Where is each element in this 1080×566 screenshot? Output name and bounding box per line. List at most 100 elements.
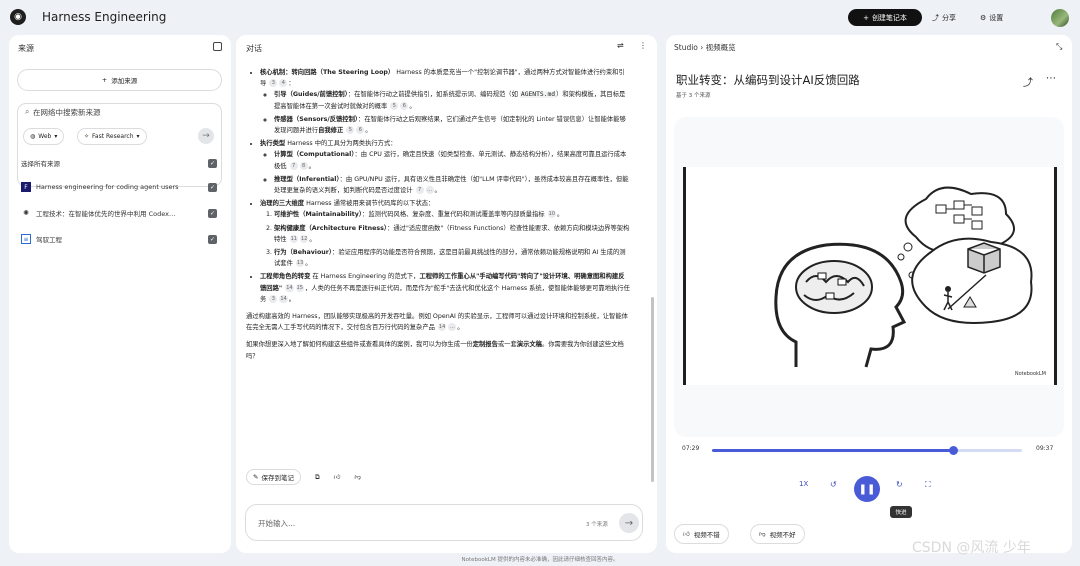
- tooltip: 快进: [890, 506, 912, 518]
- collapse-panel-icon[interactable]: [213, 42, 222, 51]
- bullet-heading: 治理的三大维度: [260, 200, 305, 208]
- list-item: 行为（Behaviour）：验证应用程序的功能是否符合预期，这是目前最具挑战性的…: [274, 247, 630, 269]
- fast-forward-icon[interactable]: ↻: [896, 480, 903, 489]
- bullet-heading: 执行类型: [260, 140, 286, 148]
- video-frame-image: NotebookLM: [683, 167, 1057, 385]
- source-item[interactable]: F Harness engineering for coding agent u…: [21, 180, 217, 194]
- copy-icon[interactable]: ⧉: [315, 473, 320, 482]
- seek-bar-progress: [712, 449, 954, 452]
- paragraph-text: 如果你想更深入地了解如何构建这些组件或查看具体的案例，我可以为你生成一份: [246, 341, 473, 349]
- citation[interactable]: 8: [299, 161, 308, 170]
- seek-bar[interactable]: [712, 446, 1022, 455]
- citation[interactable]: 3: [269, 79, 278, 88]
- search-input[interactable]: 在网络中搜索新来源: [33, 107, 101, 118]
- response-actions: ✎ 保存到笔记 ⧉ 👍︎ 👎︎: [246, 469, 361, 485]
- more-horiz-icon[interactable]: ⋯: [1046, 73, 1056, 84]
- chat-input[interactable]: 开始输入...: [258, 518, 295, 529]
- source-checkbox[interactable]: ✓: [208, 182, 217, 192]
- bad-video-label: 视频不好: [769, 531, 796, 539]
- share-label: 分享: [942, 13, 956, 22]
- source-item-label: 工程技术：在智能体优先的世界中利用 Codex…: [36, 210, 176, 218]
- citation[interactable]: 12: [299, 234, 309, 243]
- tune-icon[interactable]: ⇌: [617, 41, 624, 50]
- bullet-bold: 自我修正: [318, 127, 344, 135]
- list-item: 计算型（Computational）：由 CPU 运行，确定且快速（如类型检查、…: [274, 149, 630, 171]
- source-item[interactable]: ✺ 工程技术：在智能体优先的世界中利用 Codex… ✓: [21, 206, 217, 220]
- notebooklm-logo-icon[interactable]: ◉: [10, 9, 26, 25]
- bullet-text: ，人类的任务不再是逐行纠正代码，而是作为"舵手"去迭代和优化这个 Harness…: [260, 284, 630, 303]
- settings-button[interactable]: ⚙ 设置: [980, 10, 1003, 25]
- more-vert-icon[interactable]: ⋮: [639, 41, 647, 50]
- list-item: 可维护性（Maintainability）：监测代码风格、复杂度、重复代码和测试…: [274, 209, 630, 220]
- bullet-heading: 计算型（Computational）: [274, 151, 355, 159]
- source-item[interactable]: ≡ 驾驭工程 ✓: [21, 232, 217, 246]
- fullscreen-icon[interactable]: ⛶: [925, 480, 931, 490]
- citation[interactable]: 14: [437, 323, 447, 332]
- list-item: 架构健康度（Architecture Fitness）：通过"适应度函数"（Fi…: [274, 223, 630, 245]
- paragraph: 如果你想更深入地了解如何构建这些组件或查看具体的案例，我可以为你生成一份定制报告…: [246, 339, 630, 361]
- video-player[interactable]: NotebookLM: [674, 117, 1064, 437]
- avatar[interactable]: [1051, 9, 1069, 27]
- good-video-button[interactable]: 👍︎ 视频不错: [674, 524, 729, 544]
- save-to-note-button[interactable]: ✎ 保存到笔记: [246, 469, 301, 485]
- web-chip[interactable]: ◍ Web ▾: [23, 128, 65, 145]
- citation[interactable]: 15: [295, 283, 304, 292]
- breadcrumb-root[interactable]: Studio: [674, 43, 698, 52]
- pin-icon: ✎: [253, 473, 259, 481]
- pause-button[interactable]: ❚❚: [854, 476, 880, 502]
- thumbs-down-icon: 👎︎: [759, 530, 766, 538]
- bad-video-button[interactable]: 👎︎ 视频不好: [750, 524, 805, 544]
- app-title[interactable]: Harness Engineering: [42, 10, 166, 24]
- paragraph: 通过构建高效的 Harness，团队能够实现极高的开发吞吐量。例如 OpenAI…: [246, 313, 628, 332]
- chevron-down-icon: ▾: [136, 133, 140, 140]
- citation[interactable]: 14: [285, 283, 294, 292]
- openai-icon: ✺: [23, 209, 29, 217]
- share-button[interactable]: ⤴ 分享: [932, 10, 956, 25]
- gear-icon: ⚙: [980, 13, 987, 22]
- thumbs-up-icon[interactable]: 👍︎: [334, 473, 341, 481]
- chat-scrollbar[interactable]: [651, 297, 654, 482]
- seek-handle[interactable]: [949, 446, 959, 455]
- citation[interactable]: 11: [289, 234, 298, 243]
- video-title: 职业转变：从编码到设计AI反馈回路: [676, 73, 860, 87]
- chat-input-box[interactable]: 开始输入... 3 个来源 →: [245, 504, 643, 541]
- citation[interactable]: …: [425, 186, 434, 195]
- search-submit-button[interactable]: →: [198, 128, 214, 144]
- source-item-label: Harness engineering for coding agent use…: [36, 183, 179, 191]
- playback-speed-button[interactable]: 1X: [799, 480, 808, 488]
- source-checkbox[interactable]: ✓: [208, 208, 217, 218]
- citation[interactable]: 6: [400, 101, 409, 110]
- bullet-heading: 核心机制：转向回路（The Steering Loop）: [260, 69, 395, 76]
- thumbs-down-icon[interactable]: 👎︎: [354, 473, 361, 481]
- research-mode-chip[interactable]: ✧ Fast Research ▾: [77, 128, 147, 145]
- create-notebook-button[interactable]: + 创建笔记本: [848, 9, 922, 26]
- citation[interactable]: 7: [415, 186, 424, 195]
- paragraph-bold: 定制报告: [472, 341, 498, 349]
- share-icon[interactable]: ⤴: [1023, 74, 1033, 89]
- citation[interactable]: 6: [356, 126, 365, 135]
- citation[interactable]: 5: [346, 126, 355, 135]
- citation[interactable]: 14: [279, 294, 288, 303]
- studio-panel: Studio › 视频概览 ⤡ 职业转变：从编码到设计AI反馈回路 基于 3 个…: [666, 35, 1072, 553]
- create-notebook-label: 创建笔记本: [871, 13, 907, 22]
- rewind-icon[interactable]: ↺: [830, 480, 837, 489]
- citation[interactable]: 5: [390, 101, 399, 110]
- bullet-text: ：在智能体行动之前提供指引，如系统提示词、编码规范（如: [347, 91, 518, 99]
- citation[interactable]: 7: [289, 161, 298, 170]
- citation[interactable]: …: [448, 323, 457, 332]
- collapse-icon[interactable]: ⤡: [1056, 42, 1062, 52]
- save-to-note-label: 保存到笔记: [261, 474, 294, 482]
- citation[interactable]: 4: [279, 79, 288, 88]
- add-source-button[interactable]: + 添加来源: [17, 69, 222, 91]
- citation[interactable]: 10: [547, 210, 557, 219]
- source-checkbox[interactable]: ✓: [208, 234, 217, 244]
- bullet-heading: 工程师角色的转变: [260, 273, 311, 281]
- document-icon: F: [21, 182, 31, 192]
- citation[interactable]: 13: [295, 259, 305, 268]
- add-source-label: 添加来源: [111, 77, 138, 85]
- select-all-checkbox[interactable]: ✓: [208, 158, 217, 168]
- research-chip-label: Fast Research: [92, 133, 134, 140]
- citation[interactable]: 3: [269, 294, 278, 303]
- select-all-row[interactable]: 选择所有来源 ✓: [21, 156, 217, 170]
- send-button[interactable]: →: [619, 513, 639, 533]
